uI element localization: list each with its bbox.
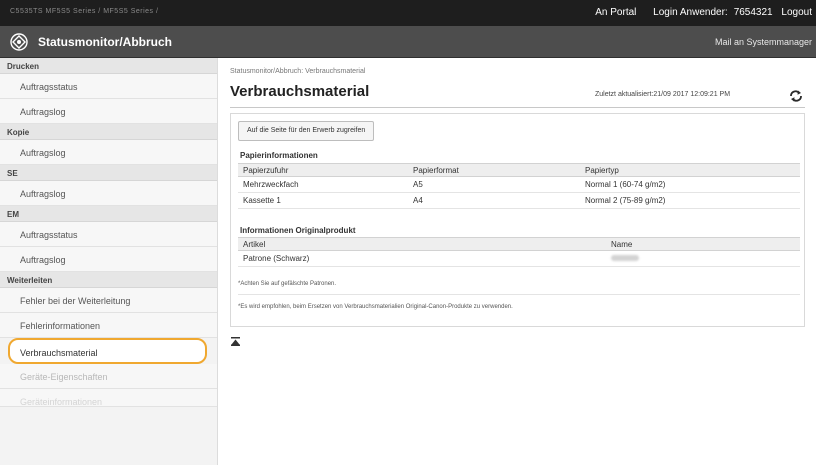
scroll-top-icon[interactable] bbox=[231, 337, 240, 346]
col-name: Name bbox=[606, 237, 800, 251]
sidebar-item-error-info[interactable]: Fehlerinformationen bbox=[0, 313, 217, 338]
original-product-table: Artikel Name Patrone (Schwarz) bbox=[238, 237, 800, 267]
sidebar-group-em: EM bbox=[0, 206, 217, 222]
sidebar-item-device-properties[interactable]: Geräte-Eigenschaften bbox=[0, 364, 217, 389]
logout-link[interactable]: Logout bbox=[781, 7, 812, 18]
login-user-id: 7654321 bbox=[733, 7, 773, 18]
main-content: Statusmonitor/Abbruch: Verbrauchsmateria… bbox=[219, 58, 816, 465]
table-header-row: Artikel Name bbox=[238, 237, 800, 251]
sidebar-item-forward-errors[interactable]: Fehler bei der Weiterleitung bbox=[0, 288, 217, 313]
cell-name bbox=[606, 250, 800, 267]
redacted-name bbox=[611, 255, 639, 261]
counterfeit-note: *Achten Sie auf gefälschte Patronen. bbox=[238, 281, 337, 287]
sidebar-item-print-job-log[interactable]: Auftragslog bbox=[0, 99, 217, 124]
sidebar-group-forward: Weiterleiten bbox=[0, 272, 217, 288]
note-divider bbox=[238, 294, 800, 295]
page-title: Verbrauchsmaterial bbox=[230, 83, 370, 100]
cell-article: Patrone (Schwarz) bbox=[238, 250, 606, 267]
breadcrumb: Statusmonitor/Abbruch: Verbrauchsmateria… bbox=[230, 68, 366, 75]
app-title: Statusmonitor/Abbruch bbox=[38, 35, 172, 49]
cell-paper-type: Normal 1 (60-74 g/m2) bbox=[580, 176, 800, 193]
sidebar-item-device-info[interactable]: Geräteinformationen bbox=[0, 389, 217, 407]
col-article: Artikel bbox=[238, 237, 606, 251]
cell-paper-source: Mehrzweckfach bbox=[238, 176, 408, 193]
logo-icon bbox=[10, 33, 28, 51]
table-row: Kassette 1 A4 Normal 2 (75-89 g/m2) bbox=[238, 192, 800, 209]
sidebar-group-print: Drucken bbox=[0, 58, 217, 74]
table-row: Mehrzweckfach A5 Normal 1 (60-74 g/m2) bbox=[238, 176, 800, 193]
original-products-note: *Es wird empfohlen, beim Ersetzen von Ve… bbox=[238, 304, 513, 310]
sidebar-group-se: SE bbox=[0, 165, 217, 181]
col-paper-size: Papierformat bbox=[408, 163, 580, 177]
cell-paper-source: Kassette 1 bbox=[238, 192, 408, 209]
paper-info-table: Papierzufuhr Papierformat Papiertyp Mehr… bbox=[238, 163, 800, 209]
original-product-title: Informationen Originalprodukt bbox=[240, 226, 356, 235]
purchase-page-button[interactable]: Auf die Seite für den Erwerb zugreifen bbox=[238, 121, 375, 141]
consumables-panel: Auf die Seite für den Erwerb zugreifen P… bbox=[230, 113, 805, 327]
portal-link[interactable]: An Portal bbox=[595, 7, 636, 18]
mail-admin-link[interactable]: Mail an Systemmanager bbox=[715, 37, 812, 47]
table-header-row: Papierzufuhr Papierformat Papiertyp bbox=[238, 163, 800, 177]
paper-info-title: Papierinformationen bbox=[240, 151, 318, 160]
cell-paper-type: Normal 2 (75-89 g/m2) bbox=[580, 192, 800, 209]
cell-paper-size: A5 bbox=[408, 176, 580, 193]
device-name: C5535TS MF5S5 Series / MF5S5 Series / bbox=[10, 8, 159, 15]
sidebar-item-copy-job-log[interactable]: Auftragslog bbox=[0, 140, 217, 165]
sidebar-item-em-job-log[interactable]: Auftragslog bbox=[0, 247, 217, 272]
sidebar-group-copy: Kopie bbox=[0, 124, 217, 140]
sidebar-item-se-job-log[interactable]: Auftragslog bbox=[0, 181, 217, 206]
table-row: Patrone (Schwarz) bbox=[238, 250, 800, 267]
col-paper-source: Papierzufuhr bbox=[238, 163, 408, 177]
sidebar-item-consumables[interactable]: Verbrauchsmaterial bbox=[8, 338, 207, 364]
title-bar: Statusmonitor/Abbruch Mail an Systemmana… bbox=[0, 26, 816, 58]
title-divider bbox=[230, 107, 805, 108]
refresh-icon[interactable] bbox=[789, 90, 803, 102]
sidebar: Drucken Auftragsstatus Auftragslog Kopie… bbox=[0, 58, 218, 465]
top-links: An Portal Login Anwender: 7654321 Logout bbox=[581, 7, 812, 18]
sidebar-item-print-job-status[interactable]: Auftragsstatus bbox=[0, 74, 217, 99]
col-paper-type: Papiertyp bbox=[580, 163, 800, 177]
last-updated: Zuletzt aktualisiert:21/09 2017 12:09:21… bbox=[595, 91, 731, 98]
login-user-label: Login Anwender: bbox=[653, 7, 728, 18]
sidebar-item-em-job-status[interactable]: Auftragsstatus bbox=[0, 222, 217, 247]
cell-paper-size: A4 bbox=[408, 192, 580, 209]
top-bar: C5535TS MF5S5 Series / MF5S5 Series / An… bbox=[0, 0, 816, 26]
